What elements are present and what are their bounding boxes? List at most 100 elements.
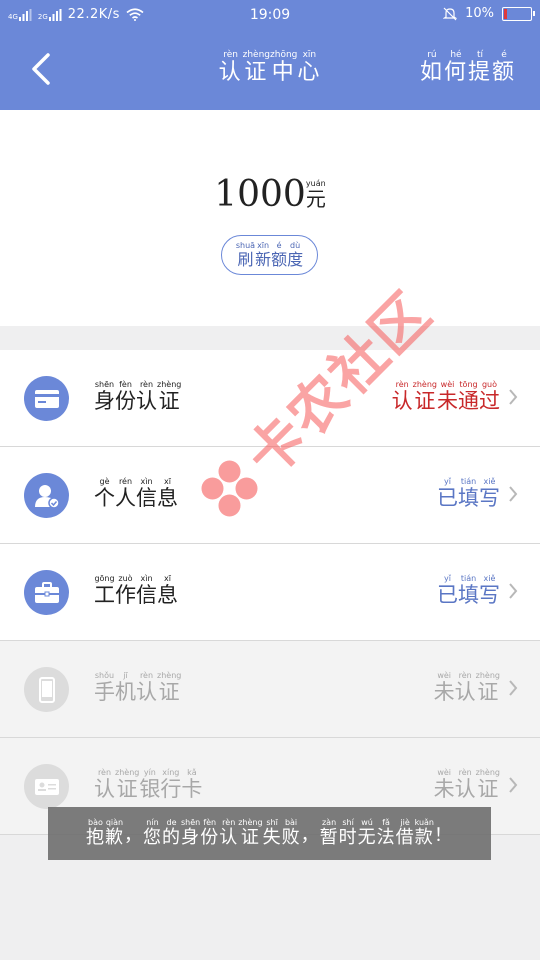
char: 填tián [458,574,479,607]
char: 填tián [458,477,479,510]
char: 中zhōng [270,50,298,85]
char: 未wèi [437,380,458,413]
bell-off-icon [443,7,458,20]
char: 额é [491,50,516,85]
list-item[interactable]: 身shēn份fèn认rèn证zhèng 认rèn证zhèng未wèi通tōng过g… [0,350,540,447]
char: 过guò [479,380,500,413]
char: 抱bào [85,818,105,848]
char: 认rèn [218,50,243,85]
chevron-right-icon [509,680,518,696]
certification-list: 身shēn份fèn认rèn证zhèng 认rèn证zhèng未wèi通tōng过g… [0,350,540,835]
header-bar: 4G 2G 22.2K/s 19:09 10% 认rèn证zhèng中zhōng… [0,0,540,110]
char: 度dù [287,240,304,269]
char: 未wèi [433,768,455,801]
punct: ！ [434,824,453,846]
chevron-right-icon [509,777,518,793]
char: 的de [161,818,181,848]
char: 认rèn [391,380,413,413]
char: 个gè [94,477,115,510]
item-label: 工gōng作zuò信xìn息xī [94,574,178,609]
item-label: 手shǒu机jī认rèn证zhèng [94,671,181,706]
how-to-raise-limit-link[interactable]: 如rú何hé提tí额é [420,50,516,86]
char: 银yín [139,768,161,801]
char: 行xíng [160,768,182,801]
char: 证zhèng [475,768,500,801]
punct: ， [123,824,143,846]
char: 您nín [142,818,162,848]
briefcase-icon [24,570,69,615]
char: 身shēn [180,818,201,848]
char: 时shí [338,818,358,848]
char: 份fèn [115,380,136,413]
credit-unit: 元yuán [305,179,326,211]
phone-icon [24,667,69,712]
char: 通tōng [458,380,479,413]
refresh-limit-button[interactable]: 刷shuā 新xīn 额é 度dù [221,235,318,275]
char: 写xiě [479,477,500,510]
char: 法fǎ [376,818,396,848]
char: 份fèn [200,818,220,848]
punct: ， [300,824,320,846]
credit-value: 1000 [214,174,306,215]
char: 款kuǎn [414,818,434,848]
char: 暂zàn [319,818,339,848]
error-toast: 抱bào 歉qiàn，您nín 的de 身shēn 份fèn 认rèn 证zhèng 失shī… [48,807,491,860]
char: 证zhèng [238,818,263,848]
status-bar: 4G 2G 22.2K/s 19:09 10% [0,0,540,30]
char: 人rén [115,477,136,510]
char: 认rèn [94,768,115,801]
item-label: 个gè人rén信xìn息xī [94,477,178,512]
char: 已yǐ [437,574,458,607]
char: 证zhèng [157,380,182,413]
char: 认rèn [454,768,476,801]
chevron-right-icon [509,486,518,502]
item-status: 未wèi认rèn证zhèng [434,768,500,803]
char: 认rèn [454,671,476,704]
char: 身shēn [94,380,115,413]
char: 作zuò [115,574,136,607]
list-item[interactable]: 手shǒu机jī认rèn证zhèng 未wèi认rèn证zhèng [0,641,540,738]
item-status: 已yǐ填tián写xiě [437,574,500,609]
char: 认rèn [136,380,157,413]
char: 失shī [262,818,282,848]
chevron-right-icon [509,583,518,599]
char: 证zhèng [412,380,437,413]
char: 证zhèng [475,671,500,704]
list-item[interactable]: 个gè人rén信xìn息xī 已yǐ填tián写xiě [0,447,540,544]
bank-card-icon [24,764,69,809]
char: 信xìn [136,477,157,510]
list-item[interactable]: 工gōng作zuò信xìn息xī 已yǐ填tián写xiě [0,544,540,641]
char: 机jī [115,671,136,704]
credit-amount: 1000元yuán [0,174,540,215]
item-status: 未wèi认rèn证zhèng [434,671,500,706]
char: 心xīn [297,50,322,85]
battery-level [504,8,507,19]
char: 手shǒu [94,671,115,704]
item-label: 认rèn证zhèng银yín行xíng卡kǎ [94,768,202,803]
char: 败bài [281,818,301,848]
char: 工gōng [94,574,115,607]
char: 借jiè [395,818,415,848]
char: 信xìn [136,574,157,607]
item-label: 身shēn份fèn认rèn证zhèng [94,380,181,415]
char: 刷shuā [235,240,256,269]
battery-percent: 10% [465,6,494,21]
item-status: 已yǐ填tián写xiě [437,477,500,512]
char: 无wú [357,818,377,848]
user-check-icon [24,473,69,518]
char: 何hé [443,50,468,85]
item-status: 认rèn证zhèng未wèi通tōng过guò [392,380,500,415]
credit-panel: 1000元yuán 刷shuā 新xīn 额é 度dù [0,110,540,326]
char: 息xī [157,574,178,607]
char: 证zhèng [242,50,271,85]
char: 额é [271,240,288,269]
char: 息xī [157,477,178,510]
char: 元yuán [305,179,326,211]
char: 歉qiàn [104,818,124,848]
char: 认rèn [136,671,157,704]
char: 认rèn [219,818,239,848]
char: 已yǐ [437,477,458,510]
char: 卡kǎ [181,768,203,801]
chevron-right-icon [509,389,518,405]
char: 未wèi [433,671,455,704]
